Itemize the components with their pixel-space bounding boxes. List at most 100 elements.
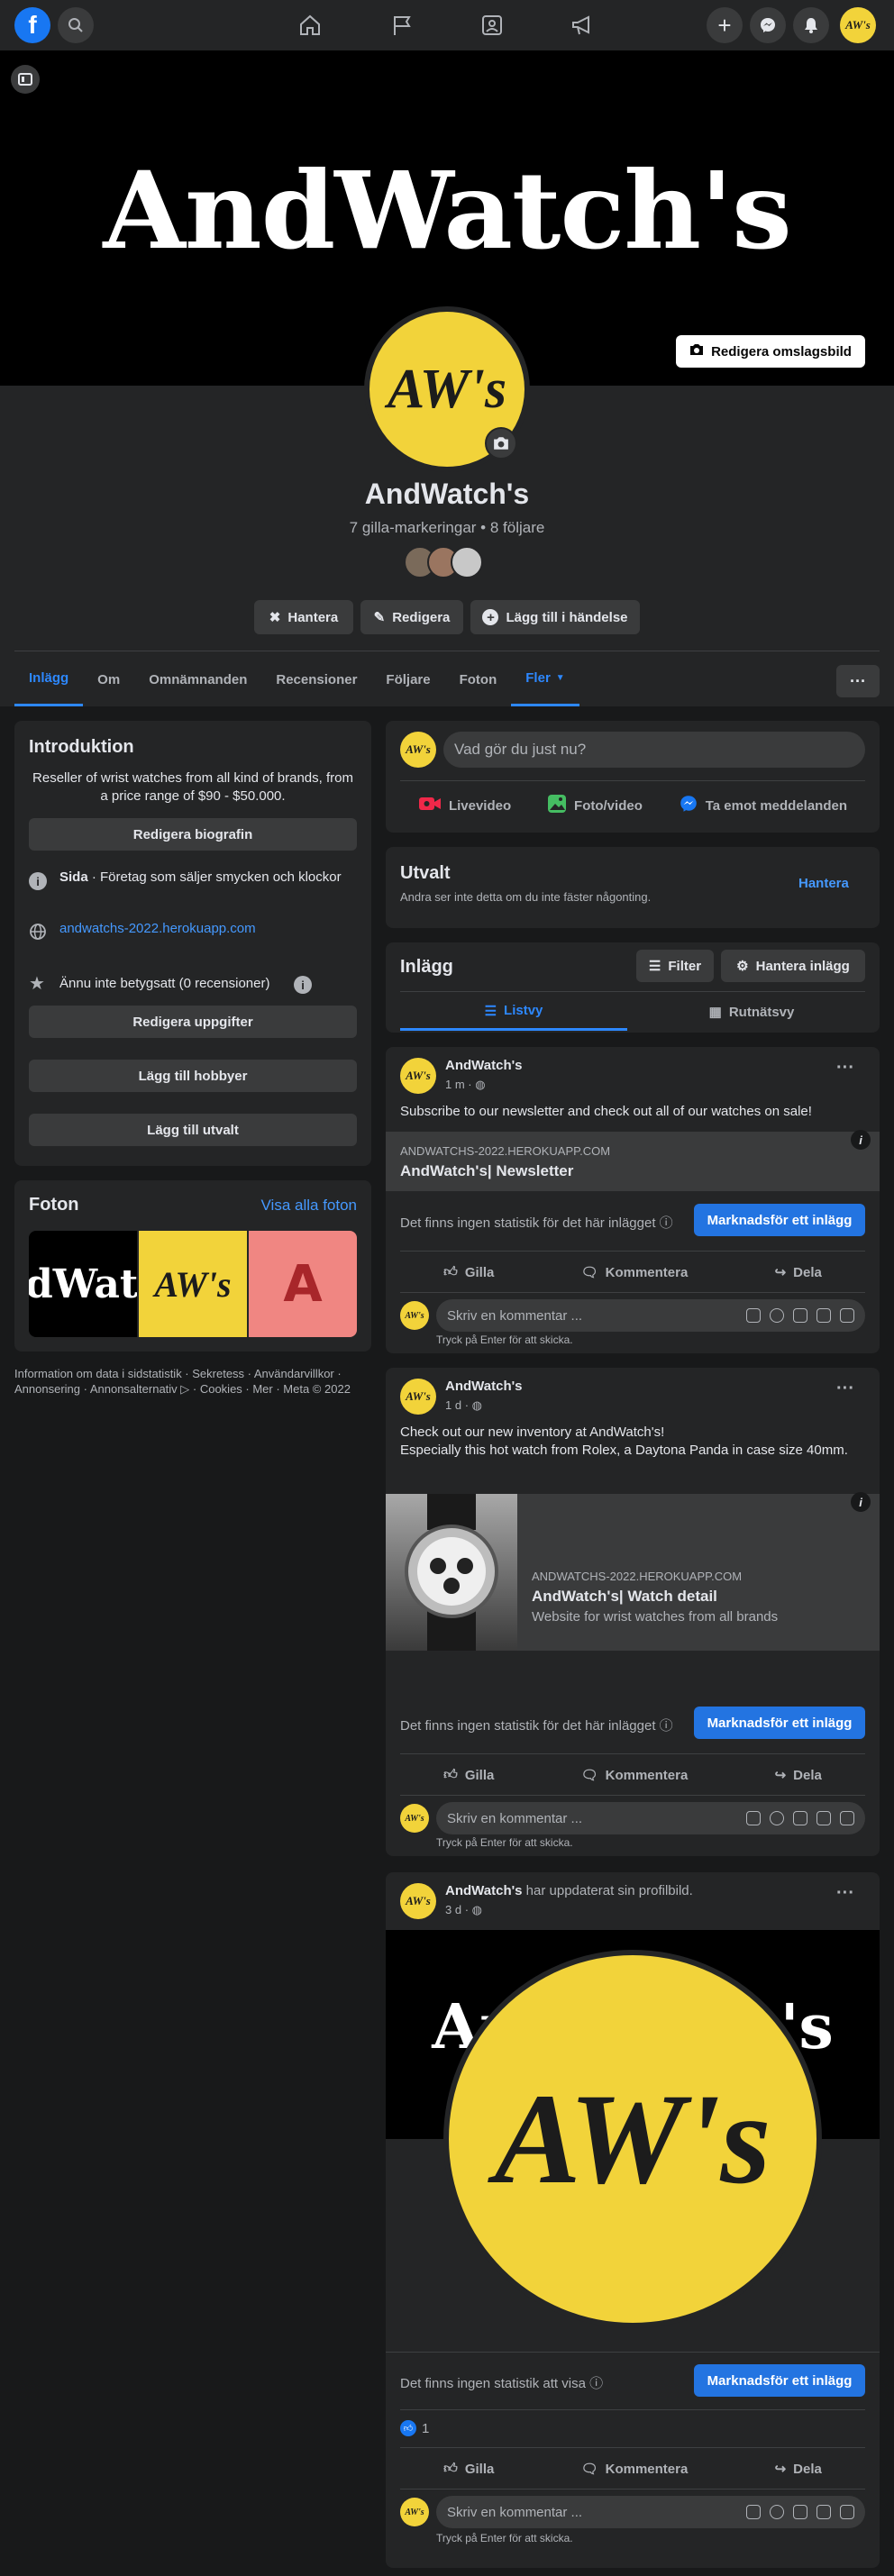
avatar-sticker-icon[interactable] [746,1308,761,1323]
camera-small-icon[interactable] [793,2505,807,2519]
link-info-icon[interactable]: i [851,1130,871,1150]
search-icon[interactable] [58,7,94,43]
edit-cover-button[interactable]: Redigera omslagsbild [676,335,865,368]
tab-photos[interactable]: Foton [445,672,512,687]
avatar-sticker-icon[interactable] [746,2505,761,2519]
emoji-icon[interactable] [770,2505,784,2519]
facebook-logo-icon[interactable]: f [14,7,50,43]
tab-mentions[interactable]: Omnämnanden [134,672,261,687]
stats-info-icon[interactable]: ⓘ [660,1718,673,1734]
edit-page-button[interactable]: ✎ Redigera [360,600,463,634]
tab-about[interactable]: Om [83,672,134,687]
composer-input[interactable]: Vad gör du just nu? [443,732,865,768]
create-plus-icon[interactable]: + [707,7,743,43]
post-avatar[interactable]: AW's [400,1058,436,1094]
comment-button[interactable]: 🗨︎ Kommentera [581,1767,689,1784]
add-featured-button[interactable]: Lägg till utvalt [29,1114,357,1146]
tab-reviews[interactable]: Recensioner [261,672,371,687]
link-info-icon[interactable]: i [851,1492,871,1512]
like-button[interactable]: 👍︎ Gilla [443,1767,494,1783]
link-preview[interactable]: ANDWATCHS-2022.HEROKUAPP.COM AndWatch's|… [386,1492,880,1651]
account-avatar[interactable]: AW's [840,7,876,43]
see-all-photos-link[interactable]: Visa alla foton [261,1197,357,1215]
website-link[interactable]: andwatchs-2022.herokuapp.com [59,921,256,936]
camera-small-icon[interactable] [793,1308,807,1323]
gif-icon[interactable] [816,1308,831,1323]
promote-post-button[interactable]: Marknadsför ett inlägg [694,1707,865,1739]
page-stats[interactable]: 7 gilla-markeringar • 8 följare [0,519,894,537]
notifications-bell-icon[interactable] [793,7,829,43]
photo-thumbnail[interactable]: AW's [139,1231,247,1337]
gif-icon[interactable] [816,2505,831,2519]
intro-card: Introduktion Reseller of wrist watches f… [14,721,371,1166]
get-messages-button[interactable]: Ta emot meddelanden [679,794,847,817]
messenger-icon[interactable] [750,7,786,43]
post-avatar[interactable]: AW's [400,1883,436,1919]
tab-posts[interactable]: Inlägg [14,652,84,706]
post-avatar[interactable]: AW's [400,1379,436,1415]
footer-links[interactable]: Information om data i sidstatistik · Sek… [14,1366,371,1397]
more-options-button[interactable]: ··· [836,665,880,697]
emoji-icon[interactable] [770,1308,784,1323]
stats-info-icon[interactable]: ⓘ [589,2376,603,2391]
featured-manage-link[interactable]: Hantera [798,876,849,891]
tab-more-label: Fler [525,670,551,686]
share-button[interactable]: ↪ Dela [775,1264,822,1281]
reaction-summary[interactable]: 👍︎ 1 [400,2420,429,2436]
tab-list-view[interactable]: ☰ Listvy [400,993,627,1031]
comment-input[interactable]: Skriv en kommentar ... [436,2496,865,2528]
post-author[interactable]: AndWatch's [445,1379,523,1394]
camera-small-icon[interactable] [793,1811,807,1825]
avatar-sticker-icon[interactable] [746,1811,761,1825]
manage-button[interactable]: ✖ Hantera [254,600,353,634]
post-options-icon[interactable]: ··· [836,1379,854,1399]
emoji-icon[interactable] [770,1811,784,1825]
add-to-story-button[interactable]: + Lägg till i händelse [470,600,640,634]
gif-icon[interactable] [816,1811,831,1825]
like-button[interactable]: 👍︎ Gilla [443,1264,494,1280]
post-actions: 👍︎ Gilla 🗨︎ Kommentera ↪ Dela [400,1755,865,1795]
promote-post-button[interactable]: Marknadsför ett inlägg [694,2364,865,2397]
post-options-icon[interactable]: ··· [836,1058,854,1079]
sidebar-toggle-icon[interactable] [11,65,40,94]
photo-video-button[interactable]: Foto/video [547,794,643,817]
megaphone-icon[interactable] [570,13,595,38]
add-hobbies-button[interactable]: Lägg till hobbyer [29,1060,357,1092]
stats-info-icon[interactable]: ⓘ [660,1215,673,1231]
home-icon[interactable] [297,13,323,38]
tab-grid-view[interactable]: ▦ Rutnätsvy [638,993,865,1031]
promote-post-button[interactable]: Marknadsför ett inlägg [694,1204,865,1236]
post-time[interactable]: 3 d · ◍ [445,1903,482,1917]
follower-avatars[interactable] [404,546,494,578]
comment-button[interactable]: 🗨︎ Kommentera [581,1264,689,1281]
photo-thumbnail[interactable]: A [249,1231,357,1337]
live-video-button[interactable]: Livevideo [418,796,511,815]
manage-posts-button[interactable]: ⚙ Hantera inlägg [721,950,865,982]
sticker-icon[interactable] [840,1308,854,1323]
link-preview[interactable]: ANDWATCHS-2022.HEROKUAPP.COM AndWatch's|… [386,1130,880,1191]
post-time[interactable]: 1 m · ◍ [445,1078,486,1092]
share-button[interactable]: ↪ Dela [775,1767,822,1784]
like-button[interactable]: 👍︎ Gilla [443,2461,494,2477]
sticker-icon[interactable] [840,2505,854,2519]
edit-bio-button[interactable]: Redigera biografin [29,818,357,851]
comment-button[interactable]: 🗨︎ Kommentera [581,2461,689,2478]
info-icon: i [29,872,47,890]
post-options-icon[interactable]: ··· [836,1883,854,1904]
photo-thumbnail[interactable]: dWatc [29,1231,137,1337]
tab-followers[interactable]: Följare [371,672,444,687]
rating-info-icon[interactable]: i [294,976,312,994]
profile-camera-icon[interactable] [485,427,517,460]
post-time[interactable]: 1 d · ◍ [445,1398,482,1413]
comment-input[interactable]: Skriv en kommentar ... [436,1802,865,1834]
sticker-icon[interactable] [840,1811,854,1825]
filter-button[interactable]: ☰ Filter [636,950,714,982]
post-author[interactable]: AndWatch's [445,1058,523,1073]
edit-details-button[interactable]: Redigera uppgifter [29,1006,357,1038]
post-author[interactable]: AndWatch's [445,1883,523,1898]
share-button[interactable]: ↪ Dela [775,2461,822,2478]
pages-flag-icon[interactable] [389,13,415,38]
comment-input[interactable]: Skriv en kommentar ... [436,1299,865,1332]
tab-more[interactable]: Fler ▼ [511,652,579,706]
photo-gallery-icon[interactable] [479,13,505,38]
